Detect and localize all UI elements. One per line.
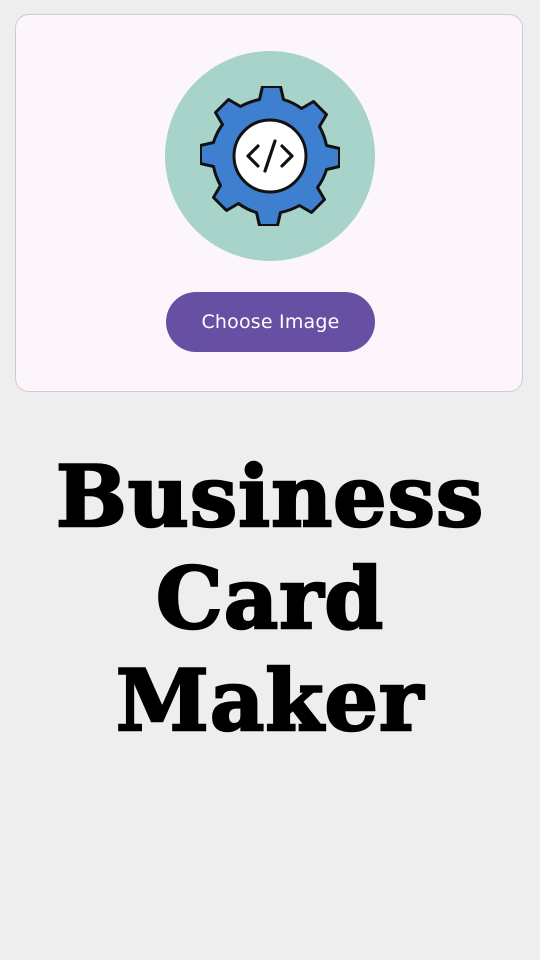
app-title: Business Card Maker — [0, 446, 540, 752]
title-line-2: Card — [155, 548, 385, 650]
image-card: Choose Image — [15, 14, 523, 392]
title-line-1: Business — [55, 446, 485, 548]
title-line-3: Maker — [115, 650, 425, 752]
gear-code-icon — [200, 86, 340, 226]
image-preview — [165, 51, 375, 261]
choose-image-button[interactable]: Choose Image — [166, 292, 375, 352]
